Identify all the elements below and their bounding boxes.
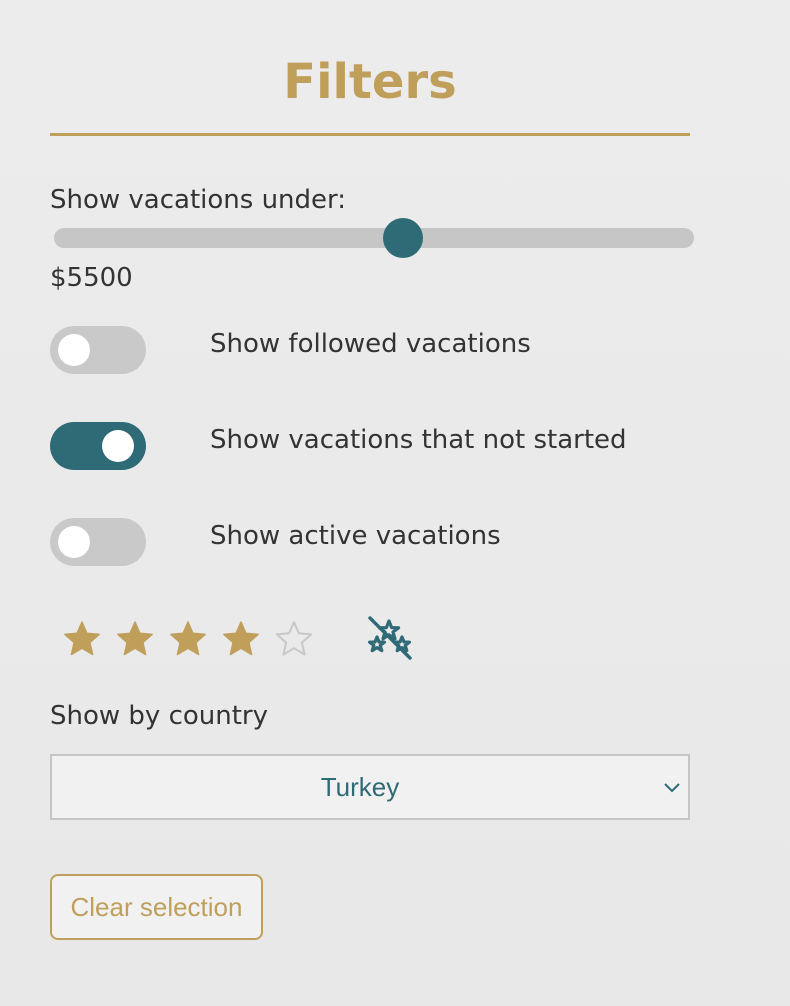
- country-filter-label: Show by country: [50, 701, 269, 731]
- active-vacations-toggle[interactable]: [50, 518, 146, 566]
- star-filled-icon[interactable]: [221, 620, 261, 660]
- not-started-vacations-toggle[interactable]: [50, 422, 146, 470]
- price-filter-label: Show vacations under:: [50, 185, 347, 215]
- price-slider[interactable]: [54, 218, 694, 258]
- country-select-value: Turkey: [320, 772, 400, 802]
- active-vacations-label: Show active vacations: [210, 521, 501, 551]
- star-filled-icon[interactable]: [62, 620, 102, 660]
- filters-title: Filters: [283, 54, 457, 110]
- toggle-knob: [58, 526, 90, 558]
- followed-toggle-row: Show followed vacations: [50, 326, 690, 374]
- stars-slash-icon[interactable]: [366, 614, 414, 662]
- not-started-toggle-row: Show vacations that not started: [50, 422, 690, 470]
- price-slider-track[interactable]: [54, 228, 694, 248]
- chevron-down-icon: [664, 783, 680, 793]
- toggle-knob: [58, 334, 90, 366]
- price-value: $5500: [50, 263, 133, 293]
- star-filled-icon[interactable]: [115, 620, 155, 660]
- star-empty-icon[interactable]: [274, 620, 314, 660]
- followed-vacations-label: Show followed vacations: [210, 329, 531, 359]
- followed-vacations-toggle[interactable]: [50, 326, 146, 374]
- clear-selection-button[interactable]: Clear selection: [50, 874, 263, 940]
- toggle-knob: [102, 430, 134, 462]
- active-toggle-row: Show active vacations: [50, 518, 690, 566]
- price-slider-thumb[interactable]: [382, 218, 423, 258]
- country-select[interactable]: Turkey: [50, 754, 690, 820]
- not-started-vacations-label: Show vacations that not started: [210, 425, 627, 455]
- title-divider: [50, 133, 690, 136]
- star-filled-icon[interactable]: [168, 620, 208, 660]
